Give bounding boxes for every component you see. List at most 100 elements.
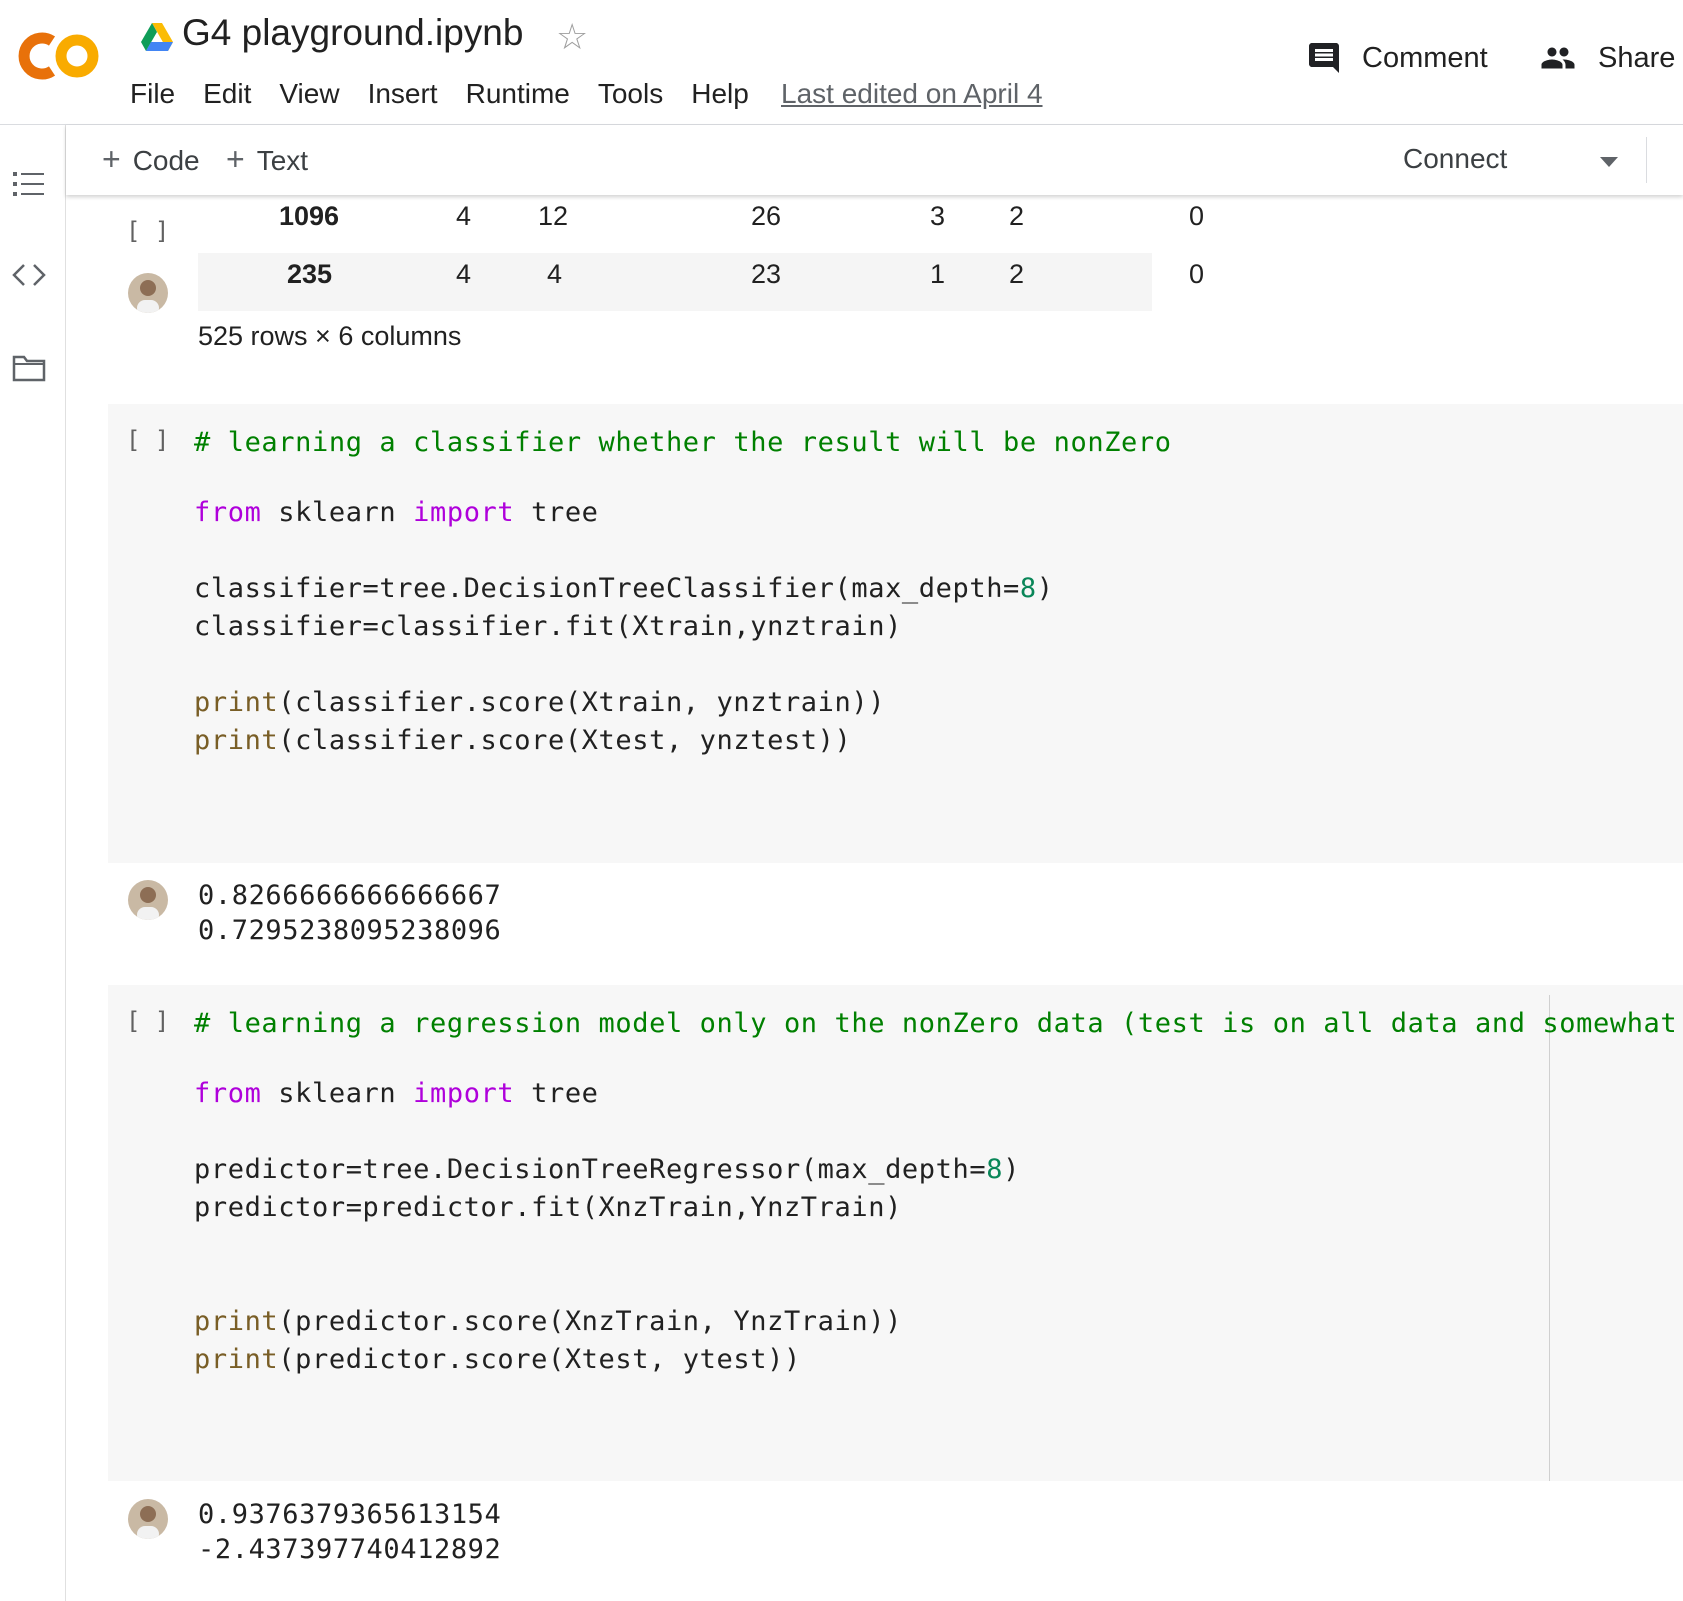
table-cell: 23 (751, 259, 782, 289)
menu-file[interactable]: File (130, 78, 175, 110)
code-line: print(classifier.score(Xtrain, ynztrain)… (194, 684, 1172, 722)
table-cell: 12 (538, 201, 569, 231)
menu-insert[interactable]: Insert (368, 78, 438, 110)
code-line: # learning a classifier whether the resu… (194, 424, 1172, 462)
add-text-button[interactable]: + Text (226, 141, 308, 178)
code-number: 8 (986, 1154, 1004, 1185)
code-keyword: from (194, 1078, 262, 1109)
connect-button[interactable]: Connect (1403, 143, 1507, 175)
code-text: classifier=classifier.fit(Xtrain,ynztrai… (194, 611, 902, 642)
user-avatar (128, 273, 168, 313)
table-cell: 3 (930, 201, 946, 231)
code-text: (predictor.score(XnzTrain, YnzTrain)) (278, 1306, 902, 1337)
code-line: predictor=predictor.fit(XnzTrain,YnzTrai… (194, 1189, 1677, 1227)
table-cell: 2 (1009, 259, 1025, 289)
table-row: 235 4 4 23 1 2 0 (198, 253, 1204, 311)
run-cell-bracket[interactable]: [ ] (126, 1007, 169, 1035)
code-text: predictor=tree.DecisionTreeRegressor(max… (194, 1154, 987, 1185)
table-cell: 4 (456, 259, 472, 289)
plus-icon: + (102, 141, 121, 177)
last-edited-link[interactable]: Last edited on April 4 (781, 78, 1043, 110)
code-keyword: import (413, 1078, 515, 1109)
colab-logo[interactable] (18, 28, 100, 84)
left-sidebar (0, 125, 66, 1601)
row-index: 1096 (279, 201, 340, 231)
row-index: 235 (287, 259, 333, 289)
code-cell[interactable]: [ ] # learning a regression model only o… (108, 985, 1683, 1481)
dataframe-table: 1096 4 12 26 3 2 0 235 4 4 23 1 2 0 (198, 195, 1204, 311)
toolbar-divider (1646, 137, 1647, 183)
code-text: tree (514, 497, 599, 528)
cell-output: 0.8266666666666667 0.7295238095238096 (198, 880, 502, 946)
code-number: 8 (1019, 573, 1037, 604)
code-builtin: print (194, 687, 279, 718)
add-code-label: Code (132, 145, 200, 176)
code-text: classifier=tree.DecisionTreeClassifier(m… (194, 573, 1020, 604)
notebook-title[interactable]: G4 playground.ipynb (182, 12, 523, 54)
code-line: from sklearn import tree (194, 494, 1172, 532)
add-code-button[interactable]: + Code (102, 141, 200, 178)
comment-icon (1309, 43, 1339, 73)
table-cell: 2 (1009, 201, 1025, 231)
code-line: classifier=tree.DecisionTreeClassifier(m… (194, 570, 1172, 608)
table-cell: 4 (547, 259, 563, 289)
people-icon (1541, 47, 1575, 69)
run-cell-bracket[interactable]: [ ] (126, 426, 169, 454)
code-text: (classifier.score(Xtrain, ynztrain)) (278, 687, 886, 718)
code-text: ) (1003, 1154, 1020, 1185)
share-button[interactable]: Share (1538, 40, 1675, 76)
dataframe-shape-caption: 525 rows × 6 columns (198, 321, 462, 351)
cell-output: 0.9376379365613154 -2.437397740412892 (198, 1499, 502, 1565)
table-of-contents-icon[interactable] (12, 169, 46, 199)
share-label: Share (1598, 41, 1676, 74)
code-keyword: import (413, 497, 515, 528)
menu-runtime[interactable]: Runtime (466, 78, 570, 110)
table-cell: 0 (1189, 259, 1205, 289)
connect-dropdown-icon[interactable] (1600, 157, 1618, 167)
run-cell-bracket[interactable]: [ ] (126, 217, 169, 245)
comment-button[interactable]: Comment (1306, 40, 1488, 76)
code-line: print(classifier.score(Xtest, ynztest)) (194, 722, 1172, 760)
table-cell: 1 (930, 259, 946, 289)
code-builtin: print (194, 725, 279, 756)
code-line: predictor=tree.DecisionTreeRegressor(max… (194, 1151, 1677, 1189)
comment-label: Comment (1362, 41, 1488, 74)
menu-edit[interactable]: Edit (203, 78, 251, 110)
star-icon[interactable]: ☆ (556, 16, 588, 58)
folder-icon[interactable] (12, 353, 46, 383)
user-avatar (128, 1499, 168, 1539)
code-text: tree (514, 1078, 599, 1109)
code-line: print(predictor.score(Xtest, ytest)) (194, 1341, 1677, 1379)
code-text: sklearn (261, 497, 414, 528)
notebook-toolbar: +Code +Text Connect E (66, 125, 1683, 195)
code-text: ) (1036, 573, 1054, 604)
code-line: classifier=classifier.fit(Xtrain,ynztrai… (194, 608, 1172, 646)
menu-view[interactable]: View (279, 78, 339, 110)
code-editor[interactable]: # learning a classifier whether the resu… (194, 424, 1172, 760)
code-line: print(predictor.score(XnzTrain, YnzTrain… (194, 1303, 1677, 1341)
code-keyword: from (194, 497, 262, 528)
code-text: predictor=predictor.fit(XnzTrain,YnzTrai… (194, 1192, 902, 1223)
code-snippets-icon[interactable] (12, 263, 46, 287)
menu-tools[interactable]: Tools (598, 78, 663, 110)
table-cell: 0 (1189, 201, 1205, 231)
app-header: G4 playground.ipynb ☆ File Edit View Ins… (0, 0, 1683, 125)
code-editor[interactable]: # learning a regression model only on th… (194, 1005, 1677, 1379)
user-avatar (128, 880, 168, 920)
code-text: (predictor.score(Xtest, ytest)) (278, 1344, 801, 1375)
notebook-content: [ ] 1096 4 12 26 3 2 0 235 4 4 23 1 2 0 … (66, 195, 1683, 1601)
code-comment: # learning a regression model only on th… (194, 1008, 1678, 1039)
code-comment: # learning a classifier whether the resu… (194, 427, 1172, 458)
code-cell[interactable]: [ ] # learning a classifier whether the … (108, 404, 1683, 863)
menu-help[interactable]: Help (691, 78, 749, 110)
menu-bar: File Edit View Insert Runtime Tools Help (130, 78, 777, 110)
code-text: (classifier.score(Xtest, ynztest)) (278, 725, 852, 756)
code-text: sklearn (261, 1078, 414, 1109)
code-line: # learning a regression model only on th… (194, 1005, 1677, 1043)
google-drive-icon (141, 23, 173, 51)
